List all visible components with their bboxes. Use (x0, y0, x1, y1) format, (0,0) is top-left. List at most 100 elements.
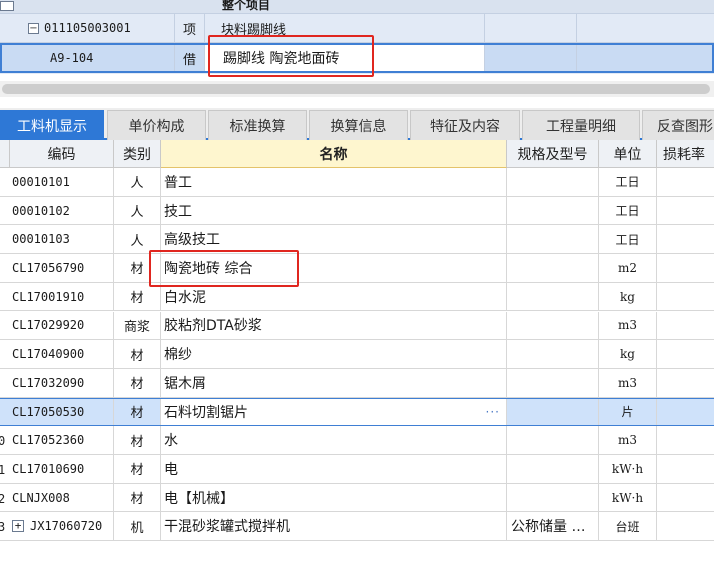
tab-features[interactable]: 特征及内容 (410, 110, 520, 140)
cell-name[interactable]: 干混砂浆罐式搅拌机 (161, 512, 507, 541)
cell-name[interactable]: 电【机械】 (161, 483, 507, 512)
cell-category[interactable]: 材 (114, 368, 161, 397)
cell-name[interactable]: 石料切割锯片 ··· (161, 398, 507, 426)
header-name[interactable]: 名称 (161, 140, 507, 168)
cell-category[interactable]: 材 (114, 426, 161, 454)
cell-loss-rate[interactable] (657, 369, 714, 397)
cell-spec[interactable] (507, 368, 599, 397)
cell-loss-rate[interactable] (657, 512, 714, 540)
cell-unit[interactable]: kg (599, 282, 657, 311)
cell-unit[interactable]: kg (599, 340, 657, 368)
cell-category[interactable]: 材 (114, 483, 161, 512)
cell-code[interactable]: CLNJX008 (10, 483, 114, 512)
cell-spec[interactable] (507, 340, 599, 368)
cell-category[interactable]: 材 (114, 254, 161, 282)
cell-loss-rate[interactable] (657, 197, 714, 225)
cell-spec[interactable] (507, 311, 599, 340)
cell-spec[interactable] (507, 426, 599, 454)
cell-code[interactable]: CL17040900 (10, 340, 114, 368)
cell-name[interactable]: 电 (161, 455, 507, 483)
item-row-selected[interactable]: A9-104 借 踢脚线 陶瓷地面砖 (0, 43, 714, 73)
table-row[interactable]: CL17032090 材锯木屑 m3 (0, 368, 714, 398)
item-code-cell[interactable]: − 011105003001 (8, 14, 175, 42)
cell-name[interactable]: 锯木屑 (161, 368, 507, 397)
collapse-icon[interactable] (0, 1, 14, 11)
cell-name[interactable]: 棉纱 (161, 340, 507, 368)
cell-spec[interactable] (507, 455, 599, 483)
scrollbar-thumb[interactable] (2, 84, 710, 94)
cell-spec[interactable] (507, 168, 599, 196)
horizontal-scrollbar[interactable] (0, 81, 714, 97)
cell-code[interactable]: CL17052360 (10, 426, 114, 454)
cell-loss-rate[interactable] (657, 168, 714, 196)
cell-unit[interactable]: m2 (599, 254, 657, 282)
table-row[interactable]: 00010102 人技工 工日 (0, 196, 714, 226)
cell-unit[interactable]: 工日 (599, 168, 657, 196)
cell-code[interactable]: + JX17060720 (10, 512, 114, 541)
cell-code[interactable]: CL17032090 (10, 368, 114, 397)
tab-quantity-detail[interactable]: 工程量明细 (522, 110, 640, 140)
table-row[interactable]: 3 + JX17060720 机干混砂浆罐式搅拌机 公称储量 … 台班 (0, 512, 714, 542)
more-options-icon[interactable]: ··· (486, 405, 500, 419)
table-row[interactable]: 2 CLNJX008 材电【机械】 kW·h (0, 483, 714, 513)
cell-spec[interactable] (507, 196, 599, 225)
table-row[interactable]: 1 CL17010690 材电 kW·h (0, 455, 714, 484)
table-row[interactable]: 00010101 人普工 工日 (0, 168, 714, 197)
collapse-tree-icon[interactable]: − (28, 22, 39, 34)
cell-loss-rate[interactable] (657, 484, 714, 512)
cell-code[interactable]: CL17050530 (10, 398, 114, 426)
cell-spec[interactable] (507, 483, 599, 512)
cell-unit[interactable]: 工日 (599, 225, 657, 254)
cell-category[interactable]: 材 (114, 398, 161, 426)
cell-spec[interactable] (507, 225, 599, 254)
cell-loss-rate[interactable] (657, 455, 714, 483)
tab-resources[interactable]: 工料机显示 (0, 110, 104, 140)
cell-name[interactable]: 胶粘剂DTA砂浆 (161, 311, 507, 340)
header-spec[interactable]: 规格及型号 (507, 140, 599, 168)
cell-name[interactable]: 陶瓷地砖 综合 (161, 254, 507, 282)
cell-unit[interactable]: kW·h (599, 455, 657, 483)
table-row[interactable]: CL17050530 材石料切割锯片 ··· 片 (0, 397, 714, 427)
table-row[interactable]: CL17029920 商浆 胶粘剂DTA砂浆 m3 (0, 311, 714, 341)
cell-loss-rate[interactable] (657, 399, 714, 426)
table-row[interactable]: 0 CL17052360 材水 m3 (0, 426, 714, 455)
cell-unit[interactable]: 片 (599, 398, 657, 426)
cell-loss-rate[interactable] (657, 254, 714, 282)
header-loss-rate[interactable]: 损耗率 (657, 140, 714, 168)
cell-loss-rate[interactable] (657, 283, 714, 311)
tab-reverse-lookup[interactable]: 反查图形 (642, 110, 714, 140)
cell-code[interactable]: 00010102 (10, 196, 114, 225)
tab-conversion-info[interactable]: 换算信息 (309, 110, 408, 140)
cell-category[interactable]: 机 (114, 512, 161, 541)
tab-unit-price[interactable]: 单价构成 (107, 110, 206, 140)
header-category[interactable]: 类别 (114, 140, 161, 168)
expand-tree-icon[interactable]: + (12, 520, 24, 533)
cell-code[interactable]: CL17029920 (10, 311, 114, 340)
cell-spec[interactable] (507, 398, 599, 426)
cell-name[interactable]: 白水泥 (161, 282, 507, 311)
cell-category[interactable]: 材 (114, 455, 161, 483)
cell-category[interactable]: 商浆 (114, 311, 161, 340)
cell-spec[interactable]: 公称储量 … (507, 512, 599, 541)
header-code[interactable]: 编码 (10, 140, 114, 168)
quota-name-field[interactable]: 踢脚线 陶瓷地面砖 (205, 45, 485, 71)
cell-unit[interactable]: m3 (599, 426, 657, 454)
cell-loss-rate[interactable] (657, 225, 714, 253)
cell-category[interactable]: 人 (114, 225, 161, 254)
cell-loss-rate[interactable] (657, 426, 714, 454)
cell-loss-rate[interactable] (657, 312, 714, 340)
cell-unit[interactable]: 台班 (599, 512, 657, 541)
table-row[interactable]: 00010103 人高级技工 工日 (0, 225, 714, 255)
cell-category[interactable]: 材 (114, 282, 161, 311)
item-row-parent[interactable]: − 011105003001 项 块料踢脚线 (0, 14, 714, 43)
table-row[interactable]: CL17001910 材白水泥 kg (0, 282, 714, 312)
cell-unit[interactable]: 工日 (599, 196, 657, 225)
cell-name[interactable]: 水 (161, 426, 507, 454)
cell-code[interactable]: 00010103 (10, 225, 114, 254)
cell-spec[interactable] (507, 282, 599, 311)
cell-code[interactable]: CL17056790 (10, 254, 114, 282)
table-row[interactable]: CL17040900 材棉纱 kg (0, 340, 714, 369)
table-row[interactable]: CL17056790 材陶瓷地砖 综合 m2 (0, 254, 714, 283)
cell-unit[interactable]: m3 (599, 311, 657, 340)
cell-category[interactable]: 人 (114, 196, 161, 225)
